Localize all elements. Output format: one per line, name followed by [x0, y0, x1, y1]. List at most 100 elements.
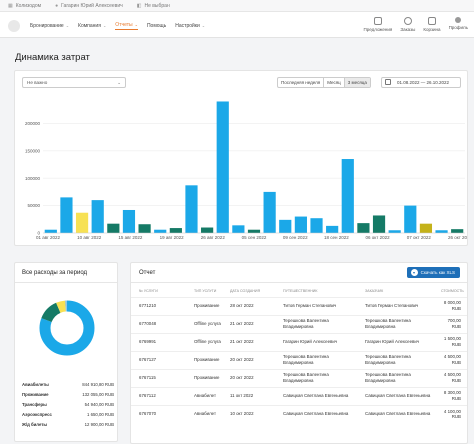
nav-document[interactable]: Предложения [363, 17, 393, 32]
chart-bar[interactable] [451, 229, 464, 233]
chart-bar[interactable] [341, 159, 354, 233]
user-icon: ● [55, 2, 59, 9]
chart-bar[interactable] [232, 225, 245, 233]
nav-profile[interactable]: Профиль [449, 17, 468, 32]
table-cell: Проживание [186, 368, 222, 387]
menu-settings[interactable]: Настройки ⌄ [175, 21, 205, 30]
chevron-down-icon: ⌄ [102, 22, 107, 28]
chart-bar[interactable] [185, 185, 198, 233]
chart-bar[interactable] [44, 229, 57, 233]
basket-icon [427, 17, 436, 25]
summary-amount: 12 900,00 RUB [84, 422, 114, 427]
menu-label: Помощь [146, 22, 167, 29]
user-selector[interactable]: ● Гагарин Юрий Алексеевич [55, 3, 123, 9]
nav-label: Предложения [363, 27, 393, 32]
report-card: Отчет Скачать как XLS № услуги Тип услуги… [130, 262, 468, 444]
table-cell: 6767115 [131, 368, 186, 387]
table-cell: Савицкая Светлана Евгеньевна [275, 386, 357, 405]
chart-bar[interactable] [404, 205, 417, 233]
table-row[interactable]: 6767127 Проживание 20 окт 2022 Терешкова Ва… [131, 350, 467, 369]
chart-bar[interactable] [326, 225, 339, 233]
period-option[interactable]: 3 месяца [344, 78, 370, 87]
table-row[interactable]: 6769991 Offline услуга 21 окт 2022 Гагарин … [131, 332, 467, 351]
chart-bar[interactable] [294, 216, 307, 233]
chart-bar[interactable] [247, 229, 261, 233]
chart-bar[interactable] [201, 227, 214, 233]
table-header-row: № услуги Тип услуги Дата создания Путешеств… [131, 285, 467, 297]
chevron-down-icon: ⌄ [65, 22, 70, 28]
table-cell: Терешкова Валентина Владимировна [357, 350, 433, 369]
company-selector[interactable]: ▦ Колизодом [8, 3, 41, 9]
chart-bar[interactable] [122, 209, 136, 233]
period-option[interactable]: Последняя неделя [278, 78, 325, 87]
calendar-icon [385, 79, 391, 85]
date-range-picker[interactable]: 01.08.2022 — 26.10.2022 [381, 77, 461, 88]
menu-booking[interactable]: Бронирование ⌄ [30, 21, 69, 30]
chart-bar[interactable] [169, 228, 182, 233]
chart-bar[interactable] [388, 230, 401, 233]
report-title: Отчет [139, 270, 156, 276]
table-cell: Терешкова Валентина Владимировна [357, 368, 433, 387]
chart-bar[interactable] [154, 229, 167, 233]
menu-label: Компания [78, 22, 101, 29]
column-header[interactable]: Путешественник [275, 285, 357, 297]
x-tick-label: 19 авг 2022 [160, 235, 185, 240]
chart-bar[interactable] [372, 215, 386, 233]
menu-company[interactable]: Компания ⌄ [78, 21, 106, 30]
chart-bar[interactable] [310, 218, 323, 233]
summary-label: Ж/д билеты [22, 422, 48, 427]
table-cell: Савицкая Светлана Евгеньевна [357, 386, 433, 405]
x-tick-label: 26 окт 2022 [448, 235, 467, 240]
table-row[interactable]: 6771210 Проживание 28 окт 2022 Титов Герман… [131, 296, 467, 315]
expense-bar-chart: 05000010000015000020000001 авг 2022 10 ав… [25, 101, 467, 240]
table-cell: 6767070 [131, 404, 186, 423]
table-cell: 21 окт 2022 [222, 314, 275, 333]
menu-label: Отчеты [115, 22, 133, 28]
expense-chart-card: Не важно ⌄ Последняя неделя Месяц 3 месяца… [14, 70, 468, 246]
chart-bar[interactable] [435, 230, 448, 233]
logo[interactable] [8, 20, 20, 32]
chart-bar[interactable] [279, 219, 292, 233]
chart-bar[interactable] [216, 101, 229, 233]
table-cell: 6769991 [131, 332, 186, 351]
chart-bar[interactable] [357, 223, 370, 233]
column-header[interactable]: Стоимость [433, 285, 467, 297]
menu-label: Настройки [175, 22, 200, 29]
table-row[interactable]: 6767070 Авиабилет 10 окт 2022 Савицкая Свет… [131, 404, 467, 423]
chart-bar[interactable] [107, 223, 120, 233]
x-tick-label: 05 сен 2022 [242, 235, 267, 240]
chart-bar[interactable] [263, 191, 276, 233]
chart-bar[interactable] [91, 200, 104, 233]
report-table-body: 6771210 Проживание 28 окт 2022 Титов Герман… [131, 296, 467, 423]
chart-bar[interactable] [138, 224, 151, 233]
summary-amount: 1 650,00 RUB [87, 412, 114, 417]
report-table: № услуги Тип услуги Дата создания Путешеств… [131, 285, 467, 423]
download-xls-button[interactable]: Скачать как XLS [406, 267, 460, 278]
filter-select[interactable]: Не важно ⌄ [22, 77, 126, 88]
summary-label: Проживание [22, 392, 49, 397]
cart-selector[interactable]: ◧ Не выбран [137, 3, 170, 9]
table-row[interactable]: 6767112 Авиабилет 11 окт 2022 Савицкая Свет… [131, 386, 467, 405]
period-option[interactable]: Месяц [324, 78, 345, 87]
chart-bar[interactable] [75, 212, 89, 233]
menu-help[interactable]: Помощь [147, 21, 166, 30]
nav-basket[interactable]: Корзина [423, 17, 441, 32]
download-icon [410, 269, 418, 276]
table-cell: 8 300,00 RUB [433, 386, 467, 405]
chart-bar[interactable] [60, 197, 73, 233]
summary-card: Все расходы за период Авиабилеты 844 910,… [14, 262, 118, 442]
column-header[interactable]: Дата создания [222, 285, 275, 297]
nav-globe[interactable]: Заказы [400, 17, 415, 32]
user-label: Гагарин Юрий Алексеевич [61, 2, 123, 9]
menu-reports[interactable]: Отчеты ⌄ [115, 21, 138, 30]
table-cell: 20 окт 2022 [222, 368, 275, 387]
column-header[interactable]: № услуги [131, 285, 186, 297]
column-header[interactable]: Тип услуги [186, 285, 222, 297]
table-cell: 10 окт 2022 [222, 404, 275, 423]
table-row[interactable]: 6770048 Offline услуга 21 окт 2022 Терешков… [131, 314, 467, 333]
chart-bar[interactable] [419, 223, 433, 233]
table-cell: 6767127 [131, 350, 186, 369]
table-row[interactable]: 6767115 Проживание 20 окт 2022 Терешкова Ва… [131, 368, 467, 387]
table-cell: Гагарин Юрий Алексеевич [357, 332, 433, 351]
column-header[interactable]: Заказчик [357, 285, 433, 297]
